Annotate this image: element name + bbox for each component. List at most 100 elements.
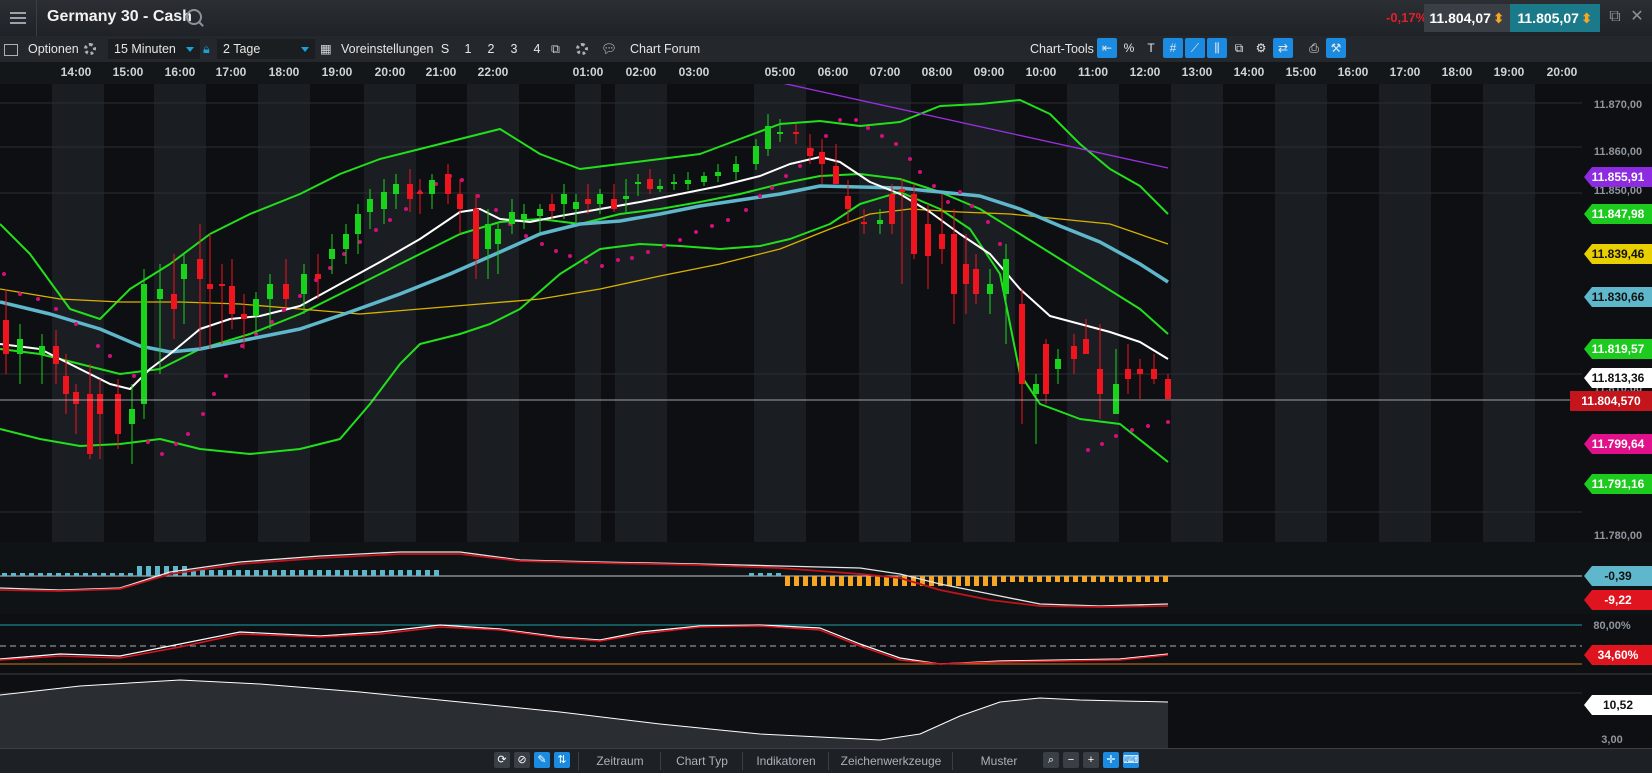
macd-hist-bar — [1154, 576, 1159, 582]
muster-button[interactable]: Muster — [952, 752, 1045, 770]
sar-dot — [298, 294, 302, 298]
macd-hist-bar — [317, 570, 322, 576]
time-label: 19:00 — [321, 65, 353, 79]
clear-icon[interactable]: ⊘ — [514, 752, 530, 768]
candle-down — [807, 148, 813, 156]
pencil-icon[interactable]: ✎ — [534, 752, 550, 768]
zeichenwerkzeuge-button[interactable]: Zeichenwerkzeuge — [828, 752, 953, 770]
crosshair-tool-icon[interactable]: ⇤ — [1097, 38, 1117, 58]
candle-up — [429, 180, 435, 194]
ask-button[interactable]: 11.805,07 ⬍ — [1510, 4, 1600, 32]
white-ma-price-tag: 11.813,36 — [1592, 371, 1645, 385]
time-label: 20:00 — [374, 65, 406, 79]
options-label: Optionen — [28, 42, 79, 56]
sar-dot — [918, 170, 922, 174]
preset-1[interactable]: 1 — [458, 39, 478, 59]
candle-up — [343, 234, 349, 249]
time-label: 14:00 — [60, 65, 92, 79]
macd-hist-bar — [281, 570, 286, 576]
time-label: 18:00 — [268, 65, 300, 79]
sma-price-tag: 11.830,66 — [1592, 290, 1645, 304]
options-gear-icon[interactable] — [84, 39, 96, 59]
chart-typ-button[interactable]: Chart Typ — [660, 752, 743, 770]
macd-hist-bar — [83, 573, 88, 576]
keyboard-icon[interactable]: ⌨ — [1123, 752, 1139, 768]
bb-upper-price-tag: 11.847,98 — [1592, 207, 1645, 221]
range-select[interactable]: 2 Tage — [217, 39, 315, 59]
calendar-icon[interactable]: ▦ — [320, 39, 332, 59]
presets-label[interactable]: Voreinstellungen — [341, 39, 433, 59]
indicator-tool-icon[interactable]: ⚙ — [1251, 38, 1271, 58]
sort-icon[interactable]: ⇅ — [554, 752, 570, 768]
time-label: 16:00 — [1337, 65, 1369, 79]
macd-hist-bar — [335, 570, 340, 576]
text-tool-icon[interactable]: T — [1141, 38, 1161, 58]
search-icon[interactable] — [186, 9, 202, 25]
candle-down — [97, 394, 103, 414]
compare-tool-icon[interactable]: ⇄ — [1273, 38, 1293, 58]
sar-dot — [744, 208, 748, 212]
time-label: 09:00 — [973, 65, 1005, 79]
candle-down — [3, 320, 9, 354]
layers-tool-icon[interactable]: ⧉ — [1229, 38, 1249, 58]
zoom-out-icon[interactable]: − — [1063, 752, 1079, 768]
price-chart[interactable]: 11.870,0011.860,0011.850,0011.810,0011.7… — [0, 53, 1652, 748]
preset-2[interactable]: 2 — [481, 39, 501, 59]
hour-band — [1379, 84, 1431, 542]
indikatoren-button[interactable]: Indikatoren — [742, 752, 829, 770]
detach-icon[interactable]: ⧉ — [1606, 8, 1624, 26]
hour-band — [1067, 84, 1119, 542]
preset-s[interactable]: S — [435, 39, 455, 59]
candle-up — [495, 229, 501, 244]
macd-value-tag: -9,22 — [1604, 593, 1632, 607]
sar-dot — [946, 200, 950, 204]
preset-4[interactable]: 4 — [527, 39, 547, 59]
menu-icon[interactable] — [0, 0, 37, 36]
trendline-tool-icon[interactable]: ⟋ — [1185, 38, 1205, 58]
time-label: 05:00 — [764, 65, 796, 79]
macd-hist-bar — [425, 570, 430, 576]
macd-hist-bar — [29, 573, 34, 576]
candle-up — [623, 196, 629, 199]
candle-down — [229, 286, 235, 314]
fit-icon[interactable]: ✛ — [1103, 752, 1119, 768]
options-button[interactable]: Optionen — [4, 39, 79, 59]
chart-forum-link[interactable]: Chart Forum — [630, 39, 700, 59]
candle-down — [445, 174, 451, 194]
macd-hist-bar — [290, 570, 295, 576]
macd-hist-bar — [857, 576, 862, 586]
candle-down — [1165, 379, 1171, 399]
refresh-icon[interactable]: ⟳ — [494, 752, 510, 768]
settings-tool-icon[interactable]: ⚒ — [1326, 38, 1346, 58]
time-label: 07:00 — [869, 65, 901, 79]
close-icon[interactable]: ✕ — [1628, 8, 1646, 26]
interval-select[interactable]: 15 Minuten — [108, 39, 200, 59]
print-icon[interactable]: ⎙ — [1304, 38, 1324, 58]
chart-area[interactable]: 11.870,00 11.860,00 11.850,00 11.810,00 11.7… — [0, 53, 1652, 748]
hour-band — [1483, 84, 1535, 542]
percent-tool[interactable]: % — [1119, 38, 1139, 58]
macd-hist-bar — [38, 573, 43, 576]
macd-hist-bar — [1010, 576, 1015, 582]
preset-3[interactable]: 3 — [504, 39, 524, 59]
macd-hist-bar — [875, 576, 880, 586]
zoom-in-icon[interactable]: + — [1083, 752, 1099, 768]
macd-hist-bar — [245, 570, 250, 576]
macd-signal-tag: -0,39 — [1604, 569, 1632, 583]
candle-up — [301, 274, 307, 294]
macd-hist-bar — [155, 566, 160, 576]
chat-icon[interactable]: 💬︎ — [601, 39, 617, 59]
zoom-icon[interactable]: ⌕ — [1043, 752, 1059, 768]
bid-button[interactable]: 11.804,07 ⬍ — [1424, 4, 1510, 32]
chart-settings-gear-icon[interactable] — [576, 39, 588, 59]
lock-icon[interactable]: 🔒︎ — [203, 39, 210, 59]
zeitraum-button[interactable]: Zeitraum — [578, 752, 661, 770]
candle-up — [635, 182, 641, 184]
sar-dot — [866, 126, 870, 130]
candle-tool-icon[interactable]: ⫼ — [1207, 38, 1227, 58]
grid-tool-icon[interactable]: # — [1163, 38, 1183, 58]
macd-hist-bar — [200, 570, 205, 576]
sar-price-tag: 11.799,64 — [1592, 437, 1645, 451]
macd-hist-bar — [785, 576, 790, 586]
preset-edit-icon[interactable]: ⧉ — [551, 39, 560, 59]
